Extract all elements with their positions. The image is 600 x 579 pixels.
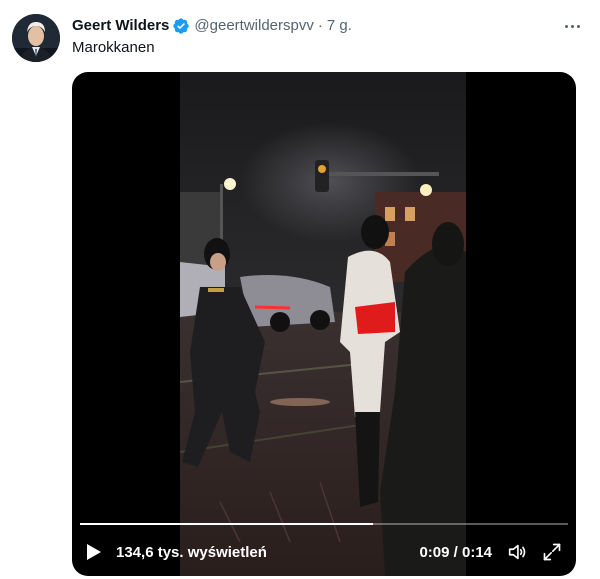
timestamp[interactable]: 7 g. <box>327 16 352 36</box>
verified-badge-icon <box>172 17 190 35</box>
tweet-text: Marokkanen <box>72 39 155 56</box>
video-player[interactable]: 134,6 tys. wyświetleń 0:09 / 0:14 <box>72 72 576 576</box>
fullscreen-icon[interactable] <box>542 542 562 562</box>
tweet: Geert Wilders @geertwilderspvv · 7 g. Ma… <box>0 0 600 579</box>
time-readout: 0:09 / 0:14 <box>419 543 492 561</box>
volume-icon[interactable] <box>506 541 528 563</box>
separator-dot: · <box>317 17 323 34</box>
avatar[interactable] <box>12 14 60 62</box>
video-progress-fill <box>80 523 373 525</box>
tweet-header: Geert Wilders @geertwilderspvv · 7 g. <box>72 16 352 36</box>
author-name[interactable]: Geert Wilders <box>72 16 169 36</box>
more-options-icon[interactable] <box>560 14 584 38</box>
view-count: 134,6 tys. wyświetleń <box>116 543 267 561</box>
play-icon[interactable] <box>86 542 104 562</box>
author-handle[interactable]: @geertwilderspvv <box>194 16 313 36</box>
video-progress-bar[interactable] <box>80 523 568 525</box>
video-controls: 134,6 tys. wyświetleń 0:09 / 0:14 <box>72 534 576 570</box>
video-frame[interactable] <box>180 72 466 576</box>
